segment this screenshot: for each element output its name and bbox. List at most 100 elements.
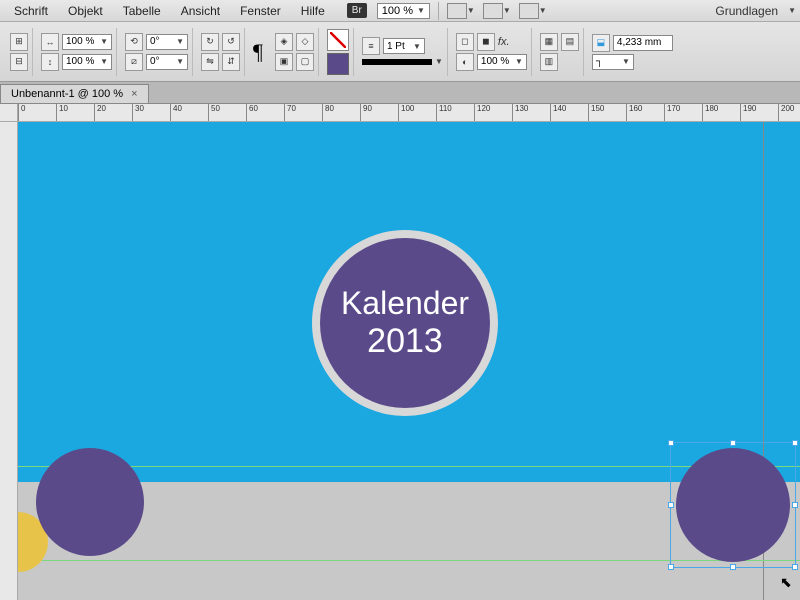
chevron-down-icon: ▼ — [435, 57, 443, 66]
rotate-input[interactable]: 0°▼ — [146, 34, 188, 50]
stroke-weight-icon: ≡ — [362, 37, 380, 55]
title-text-line2: 2013 — [367, 322, 443, 361]
menu-bar: Schrift Objekt Tabelle Ansicht Fenster H… — [0, 0, 800, 22]
zoom-value: 100 % — [382, 5, 413, 17]
stroke-style-dropdown[interactable] — [362, 59, 432, 65]
ruler-tick: 90 — [360, 104, 372, 121]
corner-radius-icon: ⬓ — [592, 34, 610, 52]
no-fill-icon[interactable] — [327, 29, 349, 51]
reference-point-icon[interactable]: ⊞ — [10, 33, 28, 51]
ruler-tick: 0 — [18, 104, 25, 121]
paragraph-icon[interactable]: ¶ — [253, 39, 263, 65]
opacity-icon: ◐ — [456, 53, 474, 71]
canvas-area: Kalender 2013 ⬉ — [0, 122, 800, 600]
document-tab-title: Unbenannt-1 @ 100 % — [11, 88, 123, 100]
chevron-down-icon: ▼ — [503, 6, 511, 15]
ruler-tick: 110 — [436, 104, 452, 121]
workspace-switcher[interactable]: Grundlagen — [711, 4, 782, 18]
ruler-tick: 20 — [94, 104, 106, 121]
fill-stroke-group — [323, 28, 354, 76]
opacity-input[interactable]: 100 %▼ — [477, 54, 527, 70]
view-mode-icon-1[interactable] — [447, 3, 467, 19]
chevron-down-icon: ▼ — [417, 6, 425, 15]
close-tab-icon[interactable]: × — [131, 88, 137, 100]
wrap-group: ▦ ▤ ▥ — [536, 28, 584, 76]
horizontal-guide[interactable] — [18, 560, 800, 561]
stroke-group: ≡ 1 Pt▼ ▼ — [358, 28, 448, 76]
ruler-tick: 190 — [740, 104, 756, 121]
horizontal-ruler[interactable]: 0102030405060708090100110120130140150160… — [0, 104, 800, 122]
shear-icon: ⧄ — [125, 53, 143, 71]
document-tab-bar: Unbenannt-1 @ 100 % × — [0, 82, 800, 104]
flip-h-icon[interactable]: ⇋ — [201, 53, 219, 71]
transform-tools-group: ↻ ↺ ⇋ ⇵ — [197, 28, 245, 76]
effects-icon[interactable]: ◻ — [456, 33, 474, 51]
purple-circle-left[interactable] — [36, 448, 144, 556]
shear-input[interactable]: 0°▼ — [146, 54, 188, 70]
flip-v-icon[interactable]: ⇵ — [222, 53, 240, 71]
ruler-tick: 60 — [246, 104, 258, 121]
menu-schrift[interactable]: Schrift — [4, 2, 58, 20]
ruler-tick: 120 — [474, 104, 490, 121]
zoom-level-dropdown[interactable]: 100 % ▼ — [377, 3, 430, 19]
fit-content-icon[interactable]: ▢ — [296, 53, 314, 71]
ruler-tick: 40 — [170, 104, 182, 121]
rotate-ccw-icon[interactable]: ↺ — [222, 33, 240, 51]
stroke-weight-input[interactable]: 1 Pt▼ — [383, 38, 425, 54]
menu-tabelle[interactable]: Tabelle — [113, 2, 171, 20]
purple-circle-right[interactable] — [676, 448, 790, 562]
rotate-cw-icon[interactable]: ↻ — [201, 33, 219, 51]
ruler-tick: 160 — [626, 104, 642, 121]
fit-frame-icon[interactable]: ▣ — [275, 53, 293, 71]
ruler-tick: 130 — [512, 104, 528, 121]
ruler-tick: 200 — [778, 104, 794, 121]
mouse-cursor-icon: ⬉ — [780, 574, 792, 591]
ruler-tick: 150 — [588, 104, 604, 121]
horizontal-guide[interactable] — [18, 466, 800, 467]
menu-hilfe[interactable]: Hilfe — [291, 2, 335, 20]
paragraph-icon-group: ¶ — [249, 28, 267, 76]
center-circle[interactable]: Kalender 2013 — [320, 238, 490, 408]
arrange-docs-icon[interactable] — [519, 3, 539, 19]
corner-radius-input[interactable]: 4,233 mm — [613, 35, 673, 51]
bridge-icon[interactable]: Br — [347, 3, 367, 18]
text-wrap-icon-3[interactable]: ▥ — [540, 53, 558, 71]
reference-point-group: ⊞ ⊟ — [6, 28, 33, 76]
opacity-group: ◻ ◼ fx. ◐ 100 %▼ — [452, 28, 532, 76]
select-content-icon[interactable]: ◇ — [296, 33, 314, 51]
corner-shape-dropdown[interactable]: ┐▼ — [592, 54, 634, 70]
select-container-icon[interactable]: ◈ — [275, 33, 293, 51]
scale-y-input[interactable]: 100 %▼ — [62, 54, 112, 70]
ruler-tick: 70 — [284, 104, 296, 121]
scale-x-input[interactable]: 100 %▼ — [62, 34, 112, 50]
ruler-tick: 10 — [56, 104, 68, 121]
ruler-tick: 180 — [702, 104, 718, 121]
document-tab[interactable]: Unbenannt-1 @ 100 % × — [0, 84, 149, 103]
title-text-line1: Kalender — [341, 285, 469, 322]
fill-swatch[interactable] — [327, 53, 349, 75]
chevron-down-icon: ▼ — [539, 6, 547, 15]
object-tools-group: ◈ ◇ ▣ ▢ — [271, 28, 319, 76]
ruler-tick: 30 — [132, 104, 144, 121]
menu-objekt[interactable]: Objekt — [58, 2, 113, 20]
text-wrap-icon-1[interactable]: ▦ — [540, 33, 558, 51]
document-canvas[interactable]: Kalender 2013 ⬉ — [18, 122, 800, 600]
menu-ansicht[interactable]: Ansicht — [171, 2, 230, 20]
drop-shadow-icon[interactable]: ◼ — [477, 33, 495, 51]
ruler-tick: 50 — [208, 104, 220, 121]
vertical-ruler[interactable] — [0, 122, 18, 600]
ruler-tick: 140 — [550, 104, 566, 121]
link-icon[interactable]: ⊟ — [10, 53, 28, 71]
ruler-tick: 170 — [664, 104, 680, 121]
measure-group: ⬓ 4,233 mm ┐▼ — [588, 28, 677, 76]
view-mode-icon-2[interactable] — [483, 3, 503, 19]
menu-fenster[interactable]: Fenster — [230, 2, 291, 20]
scale-x-icon: ↔ — [41, 33, 59, 51]
control-bar: ⊞ ⊟ ↔ 100 %▼ ↕ 100 %▼ ⟲ 0°▼ ⧄ 0°▼ ↻ ↺ ⇋ … — [0, 22, 800, 82]
chevron-down-icon: ▼ — [467, 6, 475, 15]
ruler-tick: 80 — [322, 104, 334, 121]
fx-button[interactable]: fx. — [498, 36, 510, 48]
ruler-origin[interactable] — [0, 104, 18, 121]
rotate-icon: ⟲ — [125, 33, 143, 51]
text-wrap-icon-2[interactable]: ▤ — [561, 33, 579, 51]
